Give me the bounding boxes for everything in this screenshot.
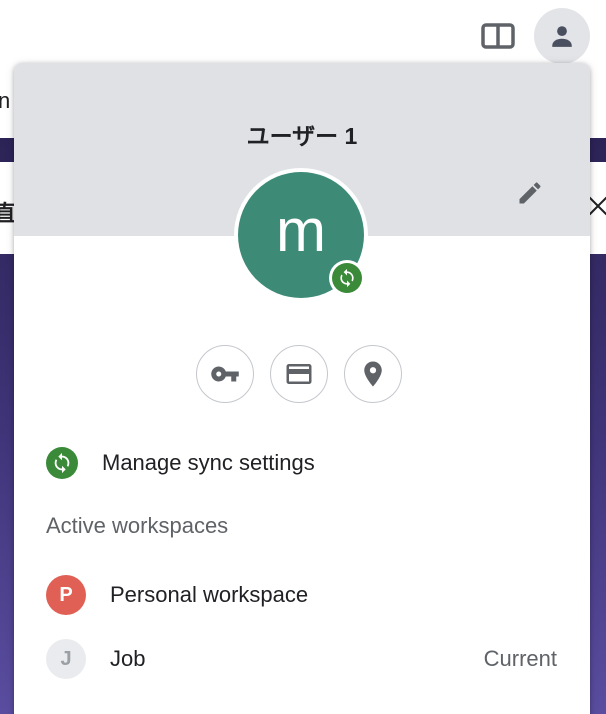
workspace-avatar: P: [46, 575, 86, 615]
sync-label: Manage sync settings: [102, 450, 315, 475]
person-icon: [552, 26, 572, 47]
edit-profile-button[interactable]: [510, 173, 550, 213]
passwords-button[interactable]: [196, 345, 254, 403]
section-title: Active workspaces: [46, 513, 229, 538]
sync-badge-icon-bg: [332, 263, 362, 293]
workspace-label: Personal workspace: [110, 582, 309, 607]
profile-menu-button[interactable]: [534, 8, 590, 64]
profile-name: ユーザー 1: [246, 123, 358, 149]
key-icon: [211, 366, 239, 382]
current-workspace-badge: Current: [483, 646, 557, 671]
location-pin-icon: [364, 361, 382, 387]
split-view-icon: [481, 23, 515, 49]
sync-icon-circle: [46, 447, 78, 479]
profile-popup: ユーザー 1 m Manage sync settings Active wor…: [14, 63, 590, 714]
payment-methods-button[interactable]: [270, 345, 328, 403]
workspace-item-personal[interactable]: P Personal workspace: [14, 567, 590, 623]
workspace-item-job[interactable]: J Job Current: [14, 631, 590, 687]
addresses-button[interactable]: [344, 345, 402, 403]
sync-status-badge: [329, 260, 365, 296]
credit-card-icon: [286, 364, 312, 384]
sync-icon: [54, 452, 70, 474]
quick-actions: [196, 345, 410, 403]
pencil-icon: [519, 182, 541, 204]
background-text-fragment: n: [0, 88, 11, 113]
manage-sync-settings[interactable]: Manage sync settings: [14, 435, 590, 491]
split-view-button[interactable]: [480, 21, 516, 51]
sync-icon: [340, 268, 354, 288]
avatar-letter: m: [276, 197, 326, 264]
background-close-icon[interactable]: [588, 194, 606, 216]
workspace-avatar: J: [46, 639, 86, 679]
workspace-label: Job: [110, 646, 146, 671]
